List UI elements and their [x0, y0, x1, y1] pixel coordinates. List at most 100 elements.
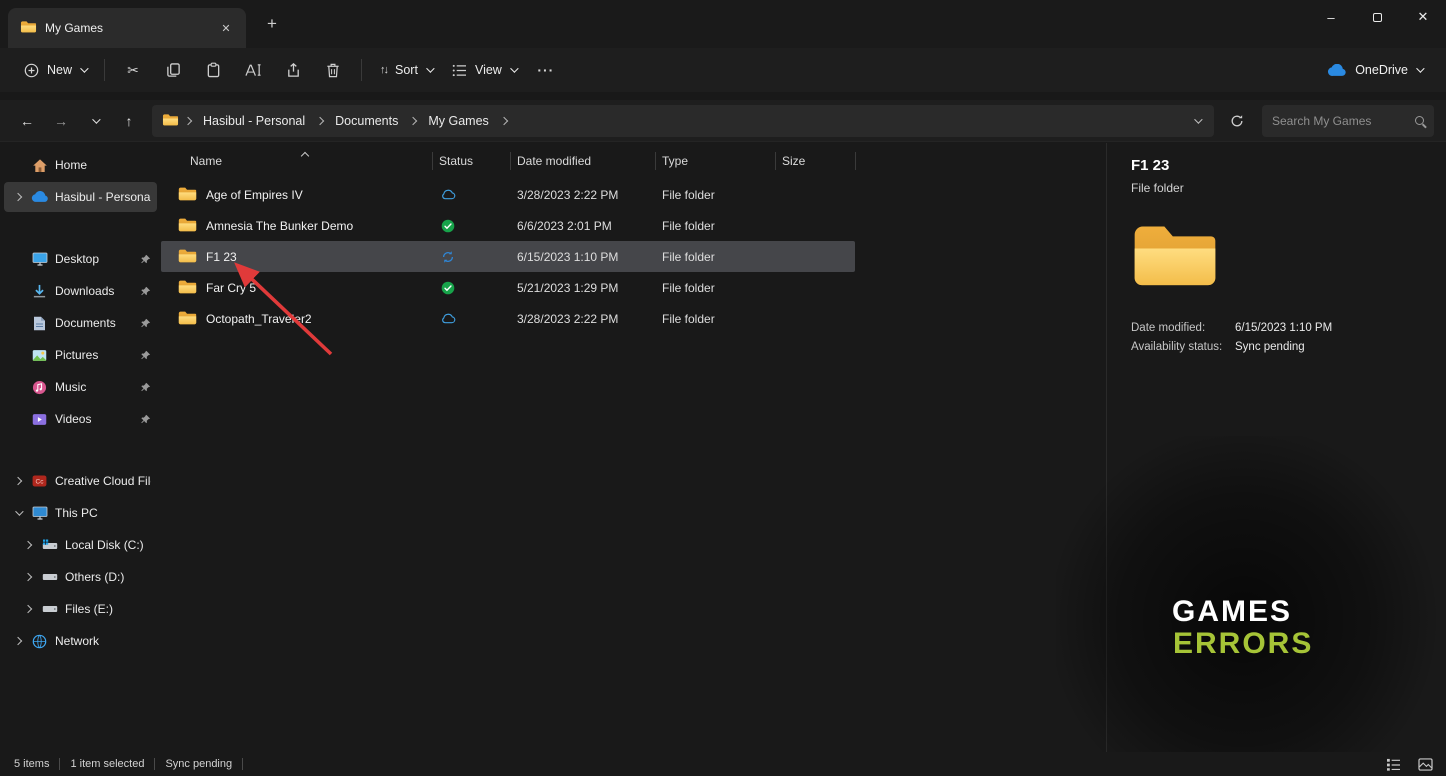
sidebar-item-network[interactable]: Network: [4, 626, 157, 656]
new-tab-button[interactable]: +: [260, 12, 284, 36]
sort-ascending-icon: [302, 148, 308, 162]
share-button[interactable]: [273, 54, 313, 86]
breadcrumb-documents[interactable]: Documents: [329, 112, 404, 130]
sidebar-item-music[interactable]: Music: [4, 372, 157, 402]
delete-button[interactable]: [313, 54, 353, 86]
file-row-selected[interactable]: F1 23 6/15/2023 1:10 PM File folder: [161, 241, 855, 272]
paste-button[interactable]: [193, 54, 233, 86]
file-name: Far Cry 5: [206, 281, 256, 295]
details-title: F1 23: [1131, 157, 1446, 174]
chevron-right-icon[interactable]: [14, 637, 22, 645]
breadcrumb[interactable]: Hasibul - Personal Documents My Games: [152, 105, 1214, 137]
chevron-right-icon[interactable]: [24, 573, 32, 581]
copy-button[interactable]: [153, 54, 193, 86]
paste-icon: [206, 62, 221, 78]
statusbar-divider: [242, 758, 243, 770]
sidebar-item-files-e[interactable]: Files (E:): [4, 594, 157, 624]
thumbnail-view-toggle[interactable]: [1414, 755, 1436, 773]
close-button[interactable]: ✕: [1400, 0, 1446, 34]
share-icon: [286, 63, 301, 78]
sidebar-item-downloads[interactable]: Downloads: [4, 276, 157, 306]
chevron-down-icon: [1416, 64, 1424, 72]
chevron-down-icon[interactable]: [15, 507, 23, 515]
svg-text:Cc: Cc: [36, 478, 45, 485]
sidebar-item-desktop[interactable]: Desktop: [4, 244, 157, 274]
file-row[interactable]: Octopath_Traveler2 3/28/2023 2:22 PM Fil…: [161, 303, 855, 334]
sort-button[interactable]: ↑↓ Sort: [370, 54, 442, 86]
tab-my-games[interactable]: My Games ✕: [8, 8, 246, 48]
column-header-date-modified[interactable]: Date modified: [510, 154, 655, 168]
column-divider[interactable]: [655, 152, 656, 170]
watermark-logo: GAMES ERRORS: [1172, 596, 1313, 660]
sidebar-item-pictures[interactable]: Pictures: [4, 340, 157, 370]
toolbar-divider: [104, 59, 105, 81]
column-header-type[interactable]: Type: [655, 154, 775, 168]
maximize-button[interactable]: [1354, 0, 1400, 34]
tab-title: My Games: [45, 21, 103, 35]
onedrive-cloud-icon: [1327, 64, 1347, 77]
sort-arrows-icon: ↑↓: [380, 64, 387, 76]
view-button[interactable]: View: [442, 54, 526, 86]
column-header-status[interactable]: Status: [432, 154, 510, 168]
breadcrumb-my-games[interactable]: My Games: [422, 112, 494, 130]
chevron-right-icon[interactable]: [14, 193, 22, 201]
sidebar-item-this-pc[interactable]: This PC: [4, 498, 157, 528]
address-dropdown-button[interactable]: [1194, 118, 1204, 124]
back-button[interactable]: ←: [12, 106, 42, 136]
sidebar-item-local-disk-c[interactable]: Local Disk (C:): [4, 530, 157, 560]
sidebar-item-documents[interactable]: Documents: [4, 308, 157, 338]
synced-status-icon: [432, 281, 510, 295]
column-header-name[interactable]: Name: [161, 154, 432, 168]
sidebar-item-onedrive[interactable]: Hasibul - Personal: [4, 182, 157, 212]
sidebar-spacer: [0, 436, 161, 466]
column-divider[interactable]: [775, 152, 776, 170]
sidebar-item-others-d[interactable]: Others (D:): [4, 562, 157, 592]
file-row[interactable]: Amnesia The Bunker Demo 6/6/2023 2:01 PM…: [161, 210, 855, 241]
refresh-icon: [1230, 114, 1244, 128]
file-row[interactable]: Age of Empires IV 3/28/2023 2:22 PM File…: [161, 179, 855, 210]
column-divider[interactable]: [432, 152, 433, 170]
search-input[interactable]: [1272, 114, 1409, 128]
pin-icon: [140, 318, 151, 329]
file-type: File folder: [655, 312, 775, 326]
onedrive-label: OneDrive: [1355, 63, 1408, 77]
search-icon: [1415, 116, 1424, 125]
column-header-size[interactable]: Size: [775, 154, 855, 168]
sidebar-item-label: Music: [55, 380, 86, 394]
history-dropdown-button[interactable]: [80, 106, 110, 136]
breadcrumb-onedrive[interactable]: Hasibul - Personal: [197, 112, 311, 130]
sort-label: Sort: [395, 63, 418, 77]
file-row[interactable]: Far Cry 5 5/21/2023 1:29 PM File folder: [161, 272, 855, 303]
minimize-button[interactable]: –: [1308, 0, 1354, 34]
chevron-right-icon[interactable]: [24, 605, 32, 613]
onedrive-button[interactable]: OneDrive: [1317, 54, 1432, 86]
refresh-button[interactable]: [1222, 106, 1252, 136]
up-button[interactable]: ↑: [114, 106, 144, 136]
trash-icon: [326, 63, 340, 78]
forward-button[interactable]: →: [46, 106, 76, 136]
watermark-line1: GAMES: [1172, 596, 1313, 628]
search-box[interactable]: [1262, 105, 1434, 137]
details-subtitle: File folder: [1131, 181, 1446, 195]
file-name-cell: Far Cry 5: [161, 279, 432, 297]
sidebar-item-home[interactable]: Home: [4, 150, 157, 180]
pin-icon: [140, 382, 151, 393]
new-label: New: [47, 63, 72, 77]
column-divider[interactable]: [510, 152, 511, 170]
details-view-toggle[interactable]: [1382, 755, 1404, 773]
chevron-right-icon[interactable]: [14, 477, 22, 485]
toolbar-divider: [361, 59, 362, 81]
chevron-down-icon: [80, 64, 88, 72]
chevron-right-icon[interactable]: [24, 541, 32, 549]
column-divider[interactable]: [855, 152, 856, 170]
sidebar-item-creative-cloud-files[interactable]: Cc Creative Cloud Files: [4, 466, 157, 496]
tab-close-icon[interactable]: ✕: [214, 16, 238, 40]
this-pc-icon: [30, 506, 49, 520]
new-button[interactable]: New: [14, 54, 96, 86]
command-bar: New ✂ ↑↓ Sort View ···: [0, 48, 1446, 92]
cut-button[interactable]: ✂: [113, 54, 153, 86]
rename-button[interactable]: [233, 54, 273, 86]
more-options-button[interactable]: ···: [526, 54, 566, 86]
sidebar-item-label: Files (E:): [65, 602, 113, 616]
sidebar-item-videos[interactable]: Videos: [4, 404, 157, 434]
